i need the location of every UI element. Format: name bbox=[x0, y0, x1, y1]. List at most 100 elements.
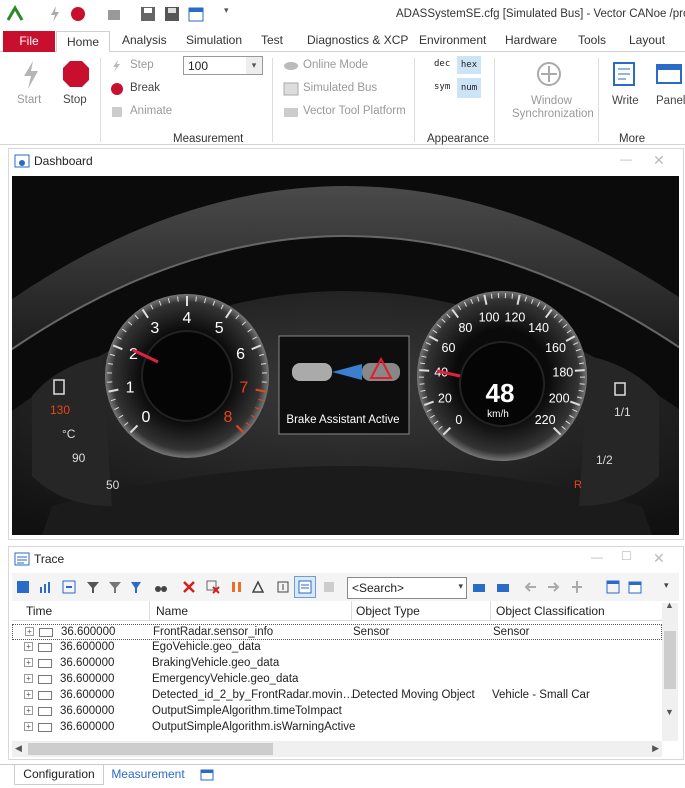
tab-simulation[interactable]: Simulation bbox=[186, 33, 242, 53]
break-button[interactable]: Break bbox=[130, 82, 160, 94]
tab-analysis[interactable]: Analysis bbox=[122, 33, 167, 53]
arrow-right-icon[interactable] bbox=[546, 580, 560, 594]
animate-icon[interactable] bbox=[110, 105, 124, 119]
filter-add-icon[interactable] bbox=[130, 580, 144, 594]
detail-view-icon[interactable] bbox=[62, 580, 76, 594]
table-row[interactable]: +36.600000 FrontRadar.sensor_info Sensor Se… bbox=[12, 624, 662, 640]
start-icon[interactable] bbox=[20, 60, 42, 90]
tab-tools[interactable]: Tools bbox=[578, 33, 606, 53]
minimize-icon[interactable]: — bbox=[620, 152, 632, 166]
detail-toggle-button[interactable] bbox=[294, 576, 316, 598]
save-icon[interactable] bbox=[140, 6, 156, 22]
start-button[interactable]: Start bbox=[17, 94, 41, 106]
table-row[interactable]: +36.600000 EgoVehicle.geo_data bbox=[12, 640, 662, 656]
vector-tool-platform-icon[interactable] bbox=[283, 105, 299, 119]
marker-icon[interactable] bbox=[570, 580, 584, 594]
filter-remove-icon[interactable] bbox=[108, 580, 122, 594]
scroll-thumb[interactable] bbox=[664, 631, 676, 689]
calendar-icon[interactable] bbox=[628, 580, 642, 594]
expand-icon[interactable]: + bbox=[24, 690, 33, 699]
column-icon[interactable] bbox=[322, 580, 336, 594]
trace-scrollbar-horizontal[interactable]: ◀ ▶ bbox=[12, 741, 662, 757]
find-icon[interactable] bbox=[154, 580, 168, 594]
search-prev-icon[interactable] bbox=[472, 580, 486, 594]
table-row[interactable]: +36.600000 BrakingVehicle.geo_data bbox=[12, 656, 662, 672]
statistics-icon[interactable] bbox=[38, 580, 52, 594]
scroll-h-thumb[interactable] bbox=[28, 743, 273, 755]
table-row[interactable]: +36.600000 Detected_id_2_by_FrontRadar.mo… bbox=[12, 688, 662, 704]
tab-test[interactable]: Test bbox=[261, 33, 283, 53]
table-row[interactable]: +36.600000 OutputSimpleAlgorithm.timeToIm… bbox=[12, 704, 662, 720]
scroll-up-icon[interactable]: ▲ bbox=[665, 600, 674, 610]
expand-icon[interactable]: + bbox=[24, 674, 33, 683]
scroll-left-icon[interactable]: ◀ bbox=[15, 743, 22, 754]
clear-icon[interactable] bbox=[182, 580, 196, 594]
scroll-down-icon[interactable]: ▼ bbox=[665, 707, 674, 717]
panel-icon[interactable] bbox=[655, 60, 683, 88]
minimize-icon[interactable]: — bbox=[591, 550, 603, 564]
online-mode-button[interactable]: Online Mode bbox=[303, 59, 368, 71]
animate-button[interactable]: Animate bbox=[130, 105, 172, 117]
window-sync-label-1[interactable]: Window bbox=[531, 95, 572, 107]
window-sync-label-2[interactable]: Synchronization bbox=[512, 108, 594, 120]
expand-icon[interactable]: + bbox=[24, 658, 33, 667]
tab-diagnostics-xcp[interactable]: Diagnostics & XCP bbox=[307, 33, 408, 53]
tab-layout[interactable]: Layout bbox=[629, 33, 665, 53]
stop-small-icon[interactable] bbox=[70, 6, 86, 22]
toolbar-overflow-icon[interactable]: ▾ bbox=[664, 580, 669, 591]
break-icon[interactable] bbox=[110, 82, 124, 96]
clear-filter-icon[interactable] bbox=[206, 580, 220, 594]
filter-icon[interactable] bbox=[86, 580, 100, 594]
column-name[interactable]: Name bbox=[156, 604, 188, 622]
format-sym-button[interactable]: sym bbox=[434, 82, 450, 92]
column-object-type[interactable]: Object Type bbox=[356, 604, 420, 622]
window-layout-icon[interactable] bbox=[606, 580, 620, 594]
trace-scrollbar-vertical[interactable]: ▲ ▼ bbox=[662, 600, 678, 741]
format-dec-button[interactable]: dec bbox=[434, 59, 450, 69]
pause-icon[interactable] bbox=[230, 580, 244, 594]
close-icon[interactable]: ✕ bbox=[653, 152, 665, 169]
new-desktop-icon[interactable] bbox=[200, 768, 214, 781]
panel-button[interactable]: Panel bbox=[656, 95, 685, 107]
expand-icon[interactable]: + bbox=[24, 722, 33, 731]
chevron-down-icon[interactable]: ▾ bbox=[246, 57, 262, 74]
scroll-icon[interactable] bbox=[276, 580, 290, 594]
format-num-button[interactable]: num bbox=[457, 78, 481, 98]
scroll-right-icon[interactable]: ▶ bbox=[652, 743, 659, 754]
step-button[interactable]: Step bbox=[130, 59, 154, 71]
open-icon[interactable] bbox=[106, 6, 122, 22]
trace-search-input[interactable]: <Search> ▾ bbox=[347, 577, 467, 599]
tab-home[interactable]: Home bbox=[56, 31, 110, 53]
expand-icon[interactable]: + bbox=[25, 627, 34, 636]
qat-dropdown-icon[interactable]: ▾ bbox=[224, 5, 234, 23]
tab-measurement[interactable]: Measurement bbox=[106, 765, 190, 785]
tab-file[interactable]: File bbox=[3, 31, 55, 52]
trace-config-icon[interactable] bbox=[16, 580, 30, 594]
vector-tool-platform-button[interactable]: Vector Tool Platform bbox=[303, 105, 406, 117]
tab-environment[interactable]: Environment bbox=[419, 33, 486, 53]
window-sync-icon[interactable] bbox=[535, 60, 563, 88]
column-time[interactable]: Time bbox=[26, 604, 52, 622]
tab-configuration[interactable]: Configuration bbox=[14, 765, 104, 785]
arrow-left-icon[interactable] bbox=[524, 580, 538, 594]
start-small-icon[interactable] bbox=[48, 5, 62, 23]
column-object-classification[interactable]: Object Classification bbox=[496, 604, 605, 622]
online-mode-icon[interactable] bbox=[283, 60, 299, 72]
write-button[interactable]: Write bbox=[612, 95, 639, 107]
table-row[interactable]: +36.600000 EmergencyVehicle.geo_data bbox=[12, 672, 662, 688]
format-hex-button[interactable]: hex bbox=[457, 56, 481, 74]
close-icon[interactable]: ✕ bbox=[653, 550, 665, 567]
expand-icon[interactable]: + bbox=[24, 642, 33, 651]
simulated-bus-button[interactable]: Simulated Bus bbox=[303, 82, 377, 94]
chevron-down-icon[interactable]: ▾ bbox=[458, 581, 463, 592]
save-all-icon[interactable] bbox=[164, 6, 180, 22]
search-next-icon[interactable] bbox=[496, 580, 510, 594]
maximize-icon[interactable]: ☐ bbox=[621, 549, 632, 563]
step-icon[interactable] bbox=[110, 59, 124, 73]
write-icon[interactable] bbox=[611, 60, 639, 88]
simulated-bus-icon[interactable] bbox=[283, 82, 299, 96]
stop-button[interactable]: Stop bbox=[63, 94, 87, 106]
table-row[interactable]: +36.600000 OutputSimpleAlgorithm.isWarnin… bbox=[12, 720, 662, 736]
time-delta-icon[interactable] bbox=[252, 580, 266, 594]
stop-icon[interactable] bbox=[62, 60, 90, 88]
